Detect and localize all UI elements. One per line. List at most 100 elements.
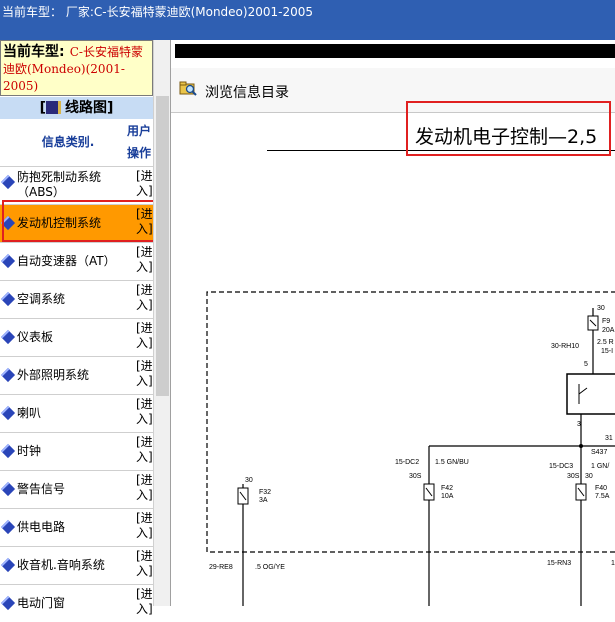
diamond-icon <box>0 329 16 345</box>
enter-link-line1: [进 <box>136 549 153 563</box>
diagram-label: 15-DC3 <box>549 463 573 470</box>
sidebar-item-label: 警告信号 <box>17 482 65 497</box>
enter-link-line2: 入] <box>136 412 153 426</box>
enter-link[interactable]: [进 入] <box>136 473 153 503</box>
content-panel: 浏览信息目录 发动机电子控制—2,5 30 F9 20A 30-RH10 2.5… <box>170 40 615 606</box>
diagram-label: 30 <box>245 477 253 484</box>
enter-link-line1: [进 <box>136 283 153 297</box>
diagram-label: 30 <box>597 305 605 312</box>
browse-folder-icon[interactable] <box>179 80 197 96</box>
diagram-label: 3 <box>577 421 581 428</box>
enter-link-line2: 入] <box>136 260 153 274</box>
enter-link[interactable]: [进 入] <box>136 245 153 275</box>
diagram-label: 30-RH10 <box>551 343 579 350</box>
enter-link-line1: [进 <box>136 169 153 183</box>
sidebar-item-label-line2: （ABS） <box>17 185 65 199</box>
relay-box <box>566 373 615 415</box>
diagram-label: 7.5A <box>595 493 610 500</box>
enter-link[interactable]: [进 入] <box>136 321 153 351</box>
sidebar-item-label-line1: 喇叭 <box>17 406 42 420</box>
sidebar-item[interactable]: 供电电路 [进 入] <box>0 508 153 546</box>
diamond-icon <box>0 291 16 307</box>
sidebar-item-label-line1: 空调系统 <box>17 292 66 306</box>
diamond-icon <box>0 481 16 497</box>
sidebar-item[interactable]: 防抱死制动系统 （ABS） [进 入] <box>0 166 153 204</box>
diamond-icon <box>0 443 16 459</box>
enter-link[interactable]: [进 入] <box>136 283 153 313</box>
enter-link[interactable]: [进 入] <box>136 435 153 465</box>
sidebar-item[interactable]: 时钟 [进 入] <box>0 432 153 470</box>
enter-link-line1: [进 <box>136 511 153 525</box>
diamond-icon <box>0 405 16 421</box>
sidebar-item-label-line1: 警告信号 <box>17 482 66 496</box>
diagram-label: S437 <box>591 449 607 456</box>
enter-link[interactable]: [进 入] <box>136 169 153 199</box>
column-header-category: 信息类别. <box>41 135 95 149</box>
enter-link[interactable]: [进 入] <box>136 511 153 541</box>
sidebar-item-label-line1: 防抱死制动系统 <box>17 170 102 184</box>
sidebar-item[interactable]: 警告信号 [进 入] <box>0 470 153 508</box>
diagram-label: 30S <box>409 473 422 480</box>
sidebar-item-label: 防抱死制动系统 （ABS） <box>17 170 101 200</box>
sidebar-item-label: 电动门窗 <box>17 596 65 611</box>
enter-link[interactable]: [进 入] <box>136 587 153 617</box>
sidebar-item-label-line1: 收音机.音响系统 <box>17 558 105 572</box>
enter-link-line2: 入] <box>136 488 153 502</box>
diagram-label: 31 <box>605 435 613 442</box>
sidebar-item-label: 外部照明系统 <box>17 368 89 383</box>
diamond-icon <box>0 253 16 269</box>
enter-link-line2: 入] <box>136 184 153 198</box>
sidebar-item-label: 仪表板 <box>17 330 53 345</box>
diamond-icon <box>0 557 16 573</box>
enter-link-line2: 入] <box>136 374 153 388</box>
sidebar-item-label-line1: 自动变速器（AT） <box>17 254 116 268</box>
sidebar-item[interactable]: 空调系统 [进 入] <box>0 280 153 318</box>
left-panel: 当前车型: C-长安福特蒙迪欧(Mondeo)(2001-2005) [线路图]… <box>0 40 171 616</box>
diamond-icon <box>0 367 16 383</box>
window-title: 当前车型： 厂家:C-长安福特蒙迪欧(Mondeo)2001-2005 <box>2 5 313 19</box>
diagram-label: F42 <box>441 485 453 492</box>
sidebar-item[interactable]: 自动变速器（AT） [进 入] <box>0 242 153 280</box>
diagram-label: 29-RE8 <box>209 564 233 571</box>
enter-link-line2: 入] <box>136 336 153 350</box>
enter-link[interactable]: [进 入] <box>136 397 153 427</box>
sidebar-item-label-line1: 时钟 <box>17 444 42 458</box>
diagram-label: .5 OG/YE <box>255 564 285 571</box>
sidebar-item[interactable]: 收音机.音响系统 [进 入] <box>0 546 153 584</box>
sidebar-item[interactable]: 喇叭 [进 入] <box>0 394 153 432</box>
sidebar-item-label: 自动变速器（AT） <box>17 254 116 269</box>
diagram-label: 3A <box>259 497 268 504</box>
diagram-label: 15 <box>611 560 615 567</box>
diagram-label: F9 <box>602 318 610 325</box>
wiring-diagram: 30 F9 20A 30-RH10 2.5 R 15-I 5 3 31 S437… <box>206 291 615 606</box>
diamond-icon <box>0 519 16 535</box>
highlight-frame-item <box>2 200 160 242</box>
diagram-label: 1 GN/ <box>591 463 609 470</box>
enter-link[interactable]: [进 入] <box>136 359 153 389</box>
diamond-icon <box>0 174 16 190</box>
sidebar-item[interactable]: 仪表板 [进 入] <box>0 318 153 356</box>
diagram-label: 1.5 GN/BU <box>435 459 469 466</box>
scrollbar-thumb[interactable] <box>156 96 169 396</box>
diagram-label: 30S <box>567 473 580 480</box>
enter-link-line2: 入] <box>136 564 153 578</box>
sidebar-item-label-line1: 外部照明系统 <box>17 368 90 382</box>
enter-link[interactable]: [进 入] <box>136 549 153 579</box>
diagram-label: 2.5 R <box>597 339 614 346</box>
sidebar-item-label: 收音机.音响系统 <box>17 558 105 573</box>
header-strip <box>175 44 615 58</box>
diagram-label: 15-DC2 <box>395 459 419 466</box>
browse-catalog-link[interactable]: 浏览信息目录 <box>205 82 289 102</box>
sidebar-item[interactable]: 外部照明系统 [进 入] <box>0 356 153 394</box>
book-icon <box>46 101 61 114</box>
diagram-label: 30 <box>585 473 593 480</box>
enter-link-line1: [进 <box>136 397 153 411</box>
enter-link-line2: 入] <box>136 450 153 464</box>
sidebar-item[interactable]: 电动门窗 [进 入] <box>0 584 153 622</box>
current-model-box: 当前车型: C-长安福特蒙迪欧(Mondeo)(2001-2005) <box>0 40 153 96</box>
sidebar-scrollbar[interactable] <box>153 40 171 606</box>
sidebar-item-label-line1: 电动门窗 <box>17 596 66 610</box>
column-header-operation: 用户 操作 <box>124 120 154 164</box>
diagram-label: 20A <box>602 327 615 334</box>
diagram-label: F32 <box>259 489 271 496</box>
